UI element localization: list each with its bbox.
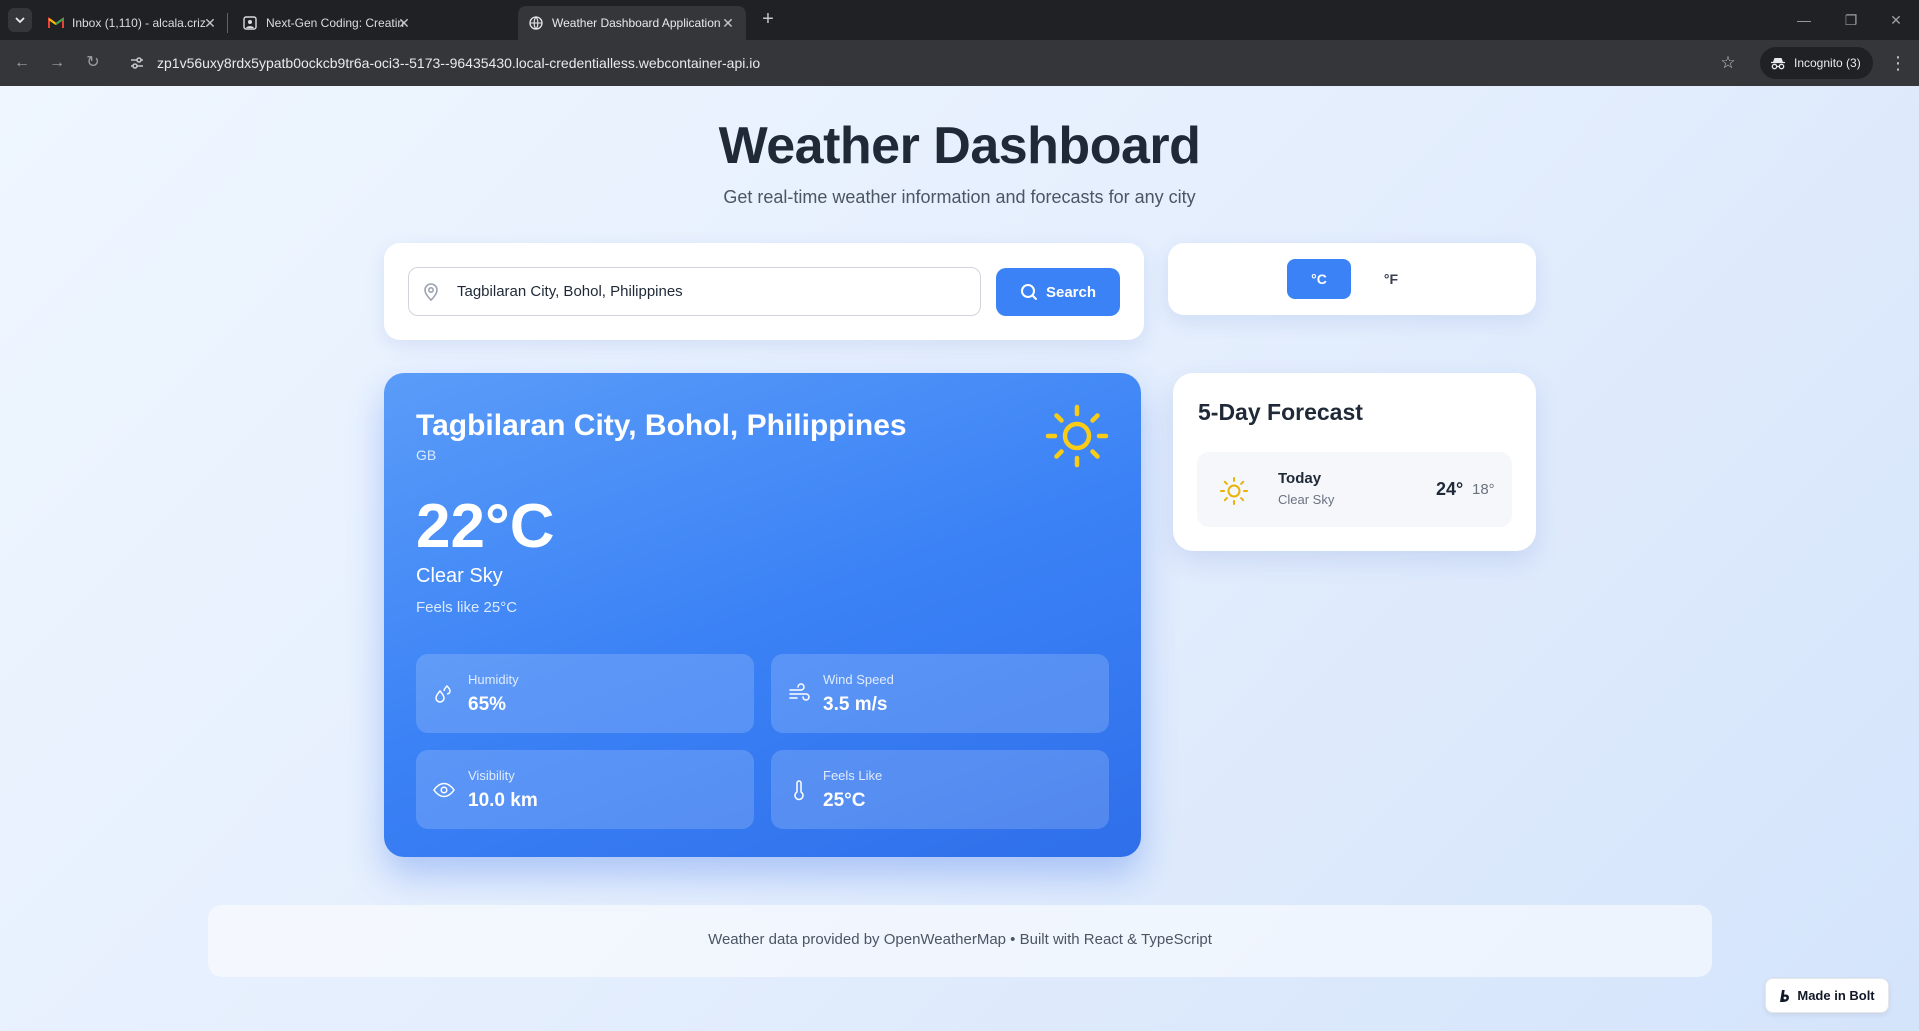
tab-weather-dashboard[interactable]: Weather Dashboard Application ✕: [518, 6, 746, 40]
image-icon: [242, 15, 258, 31]
tab-title: Next-Gen Coding: Creating with: [266, 16, 404, 30]
browser-tab-bar: Inbox (1,110) - alcala.crizzabelle ✕ Nex…: [0, 0, 1919, 40]
bolt-logo-icon: [1780, 989, 1790, 1002]
made-in-bolt-badge[interactable]: Made in Bolt: [1765, 978, 1889, 1013]
site-settings-icon[interactable]: [128, 54, 146, 72]
current-temperature: 22°C: [416, 492, 555, 561]
address-bar[interactable]: zp1v56uxy8rdx5ypatb0ockcb9tr6a-oci3--517…: [157, 54, 760, 72]
tab-inbox[interactable]: Inbox (1,110) - alcala.crizzabelle ✕: [38, 6, 228, 40]
city-search-input[interactable]: Tagbilaran City, Bohol, Philippines: [408, 267, 981, 316]
back-arrow-icon[interactable]: ←: [10, 51, 34, 75]
forecast-day-row: Today Clear Sky 24° 18°: [1197, 452, 1512, 527]
forward-arrow-icon[interactable]: →: [45, 51, 69, 75]
gmail-icon: [48, 15, 64, 31]
stat-value: 3.5 m/s: [823, 694, 888, 715]
search-input-value: Tagbilaran City, Bohol, Philippines: [457, 283, 683, 300]
feels-like-stat: Feels Like 25°C: [771, 750, 1109, 829]
stat-label: Visibility: [468, 768, 515, 783]
forecast-condition: Clear Sky: [1278, 492, 1335, 507]
stat-label: Feels Like: [823, 768, 883, 783]
forecast-card: 5-Day Forecast Today Clear Sky 24° 18°: [1173, 373, 1536, 551]
minimize-icon[interactable]: —: [1792, 8, 1816, 32]
forecast-high: 24°: [1436, 479, 1464, 499]
globe-icon: [528, 15, 544, 31]
feels-like-text: Feels like 25°C: [416, 599, 518, 616]
droplets-icon: [435, 684, 451, 703]
reload-icon[interactable]: ↻: [81, 51, 105, 75]
current-weather-card: Tagbilaran City, Bohol, Philippines GB 2…: [384, 373, 1141, 857]
new-tab-button[interactable]: +: [756, 8, 780, 32]
page-title: Weather Dashboard: [718, 117, 1201, 175]
fahrenheit-toggle[interactable]: °F: [1359, 259, 1423, 299]
restore-icon[interactable]: ❐: [1839, 8, 1863, 32]
weather-dashboard-page: Weather Dashboard Get real-time weather …: [0, 86, 1919, 1031]
weather-condition: Clear Sky: [416, 565, 503, 587]
incognito-icon: [1771, 58, 1785, 70]
search-button[interactable]: Search: [996, 268, 1120, 316]
footer-text: Weather data provided by OpenWeatherMap …: [708, 931, 1212, 948]
country-code: GB: [416, 447, 437, 463]
incognito-label: Incognito (3): [1794, 56, 1861, 70]
close-tab-icon[interactable]: ✕: [202, 15, 218, 31]
stat-value: 65%: [468, 694, 507, 715]
forecast-day: Today: [1278, 470, 1322, 487]
search-button-label: Search: [1045, 283, 1097, 301]
forecast-low: 18°: [1472, 481, 1495, 498]
close-tab-icon[interactable]: ✕: [396, 15, 412, 31]
stat-label: Wind Speed: [823, 672, 894, 687]
stat-value: 25°C: [823, 790, 866, 811]
wind-icon: [789, 683, 810, 701]
tab-title: Inbox (1,110) - alcala.crizzabelle: [72, 16, 206, 30]
forecast-title: 5-Day Forecast: [1198, 399, 1363, 425]
browser-toolbar: ← → ↻ zp1v56uxy8rdx5ypatb0ockcb9tr6a-oci…: [0, 40, 1919, 86]
visibility-stat: Visibility 10.0 km: [416, 750, 754, 829]
map-pin-icon: [424, 283, 438, 302]
search-card: Tagbilaran City, Bohol, Philippines Sear…: [384, 243, 1144, 340]
badge-label: Made in Bolt: [1797, 988, 1875, 1003]
wind-speed-stat: Wind Speed 3.5 m/s: [771, 654, 1109, 733]
eye-icon: [433, 782, 455, 798]
sun-icon: [1045, 404, 1109, 468]
sun-icon: [1220, 477, 1248, 505]
celsius-toggle[interactable]: °C: [1287, 259, 1351, 299]
footer: Weather data provided by OpenWeatherMap …: [208, 905, 1712, 977]
chevron-down-icon: [15, 17, 25, 24]
stat-value: 10.0 km: [468, 790, 538, 811]
bookmark-star-icon[interactable]: ☆: [1716, 51, 1740, 75]
tab-title: Weather Dashboard Application: [552, 16, 720, 30]
city-name: Tagbilaran City, Bohol, Philippines: [416, 409, 907, 442]
tab-search-button[interactable]: [8, 8, 32, 32]
unit-toggle-card: °C °F: [1168, 243, 1536, 315]
close-tab-icon[interactable]: ✕: [720, 15, 736, 31]
tab-next-gen-coding[interactable]: Next-Gen Coding: Creating with ✕: [232, 6, 422, 40]
humidity-stat: Humidity 65%: [416, 654, 754, 733]
more-menu-icon[interactable]: ⋮: [1886, 51, 1910, 75]
thermometer-icon: [794, 780, 804, 801]
close-window-icon[interactable]: ✕: [1884, 8, 1908, 32]
incognito-badge[interactable]: Incognito (3): [1760, 47, 1873, 79]
page-subtitle: Get real-time weather information and fo…: [723, 187, 1196, 207]
stat-label: Humidity: [468, 672, 519, 687]
search-icon: [1020, 284, 1037, 300]
